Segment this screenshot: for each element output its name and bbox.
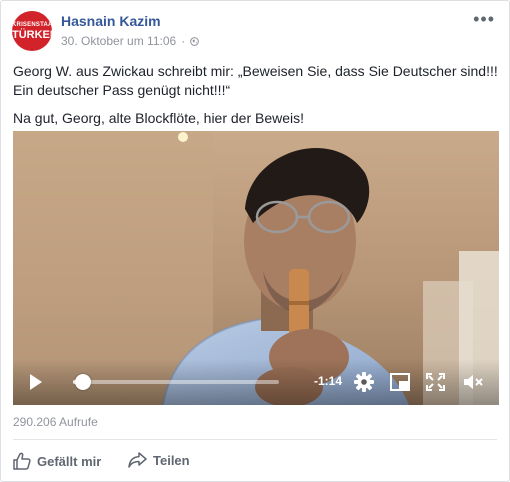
avatar[interactable]: KRISENSTAAT TÜRKEI	[12, 11, 52, 51]
view-count: 290.206 Aufrufe	[13, 415, 98, 429]
post-text: Georg W. aus Zwickau schreibt mir: „Bewe…	[13, 62, 503, 137]
share-button[interactable]: Teilen	[128, 452, 190, 468]
video-scrubber-handle[interactable]	[75, 374, 92, 390]
globe-icon[interactable]	[190, 36, 200, 46]
post-paragraph-1: Georg W. aus Zwickau schreibt mir: „Bewe…	[13, 63, 498, 98]
video-player[interactable]: -1:14	[13, 131, 499, 405]
avatar-text-bottom: TÜRKEI	[12, 29, 52, 41]
video-progress-bar[interactable]	[73, 374, 279, 390]
gear-icon[interactable]	[353, 371, 375, 393]
like-label: Gefällt mir	[37, 453, 102, 469]
divider	[13, 439, 497, 440]
post-card: KRISENSTAAT TÜRKEI Hasnain Kazim 30. Okt…	[0, 0, 510, 482]
meta-separator: ·	[181, 34, 186, 48]
post-paragraph-2: Na gut, Georg, alte Blockflöte, hier der…	[13, 110, 305, 126]
post-meta: 30. Oktober um 11:06 ·	[61, 34, 200, 48]
share-arrow-icon	[128, 452, 147, 468]
share-label: Teilen	[153, 452, 190, 468]
more-options-button[interactable]: •••	[473, 9, 495, 30]
mute-icon[interactable]	[463, 374, 483, 390]
picture-in-picture-icon[interactable]	[390, 373, 410, 391]
author-name[interactable]: Hasnain Kazim	[61, 13, 161, 29]
video-controls: -1:14	[13, 359, 499, 405]
avatar-text-top: KRISENSTAAT	[12, 22, 52, 28]
like-button[interactable]: Gefällt mir	[13, 452, 101, 470]
video-time-remaining: -1:14	[314, 374, 343, 388]
thumbs-up-icon	[13, 452, 31, 470]
post-timestamp[interactable]: 30. Oktober um 11:06	[61, 34, 176, 48]
play-icon[interactable]	[29, 373, 43, 391]
fullscreen-icon[interactable]	[426, 373, 445, 391]
